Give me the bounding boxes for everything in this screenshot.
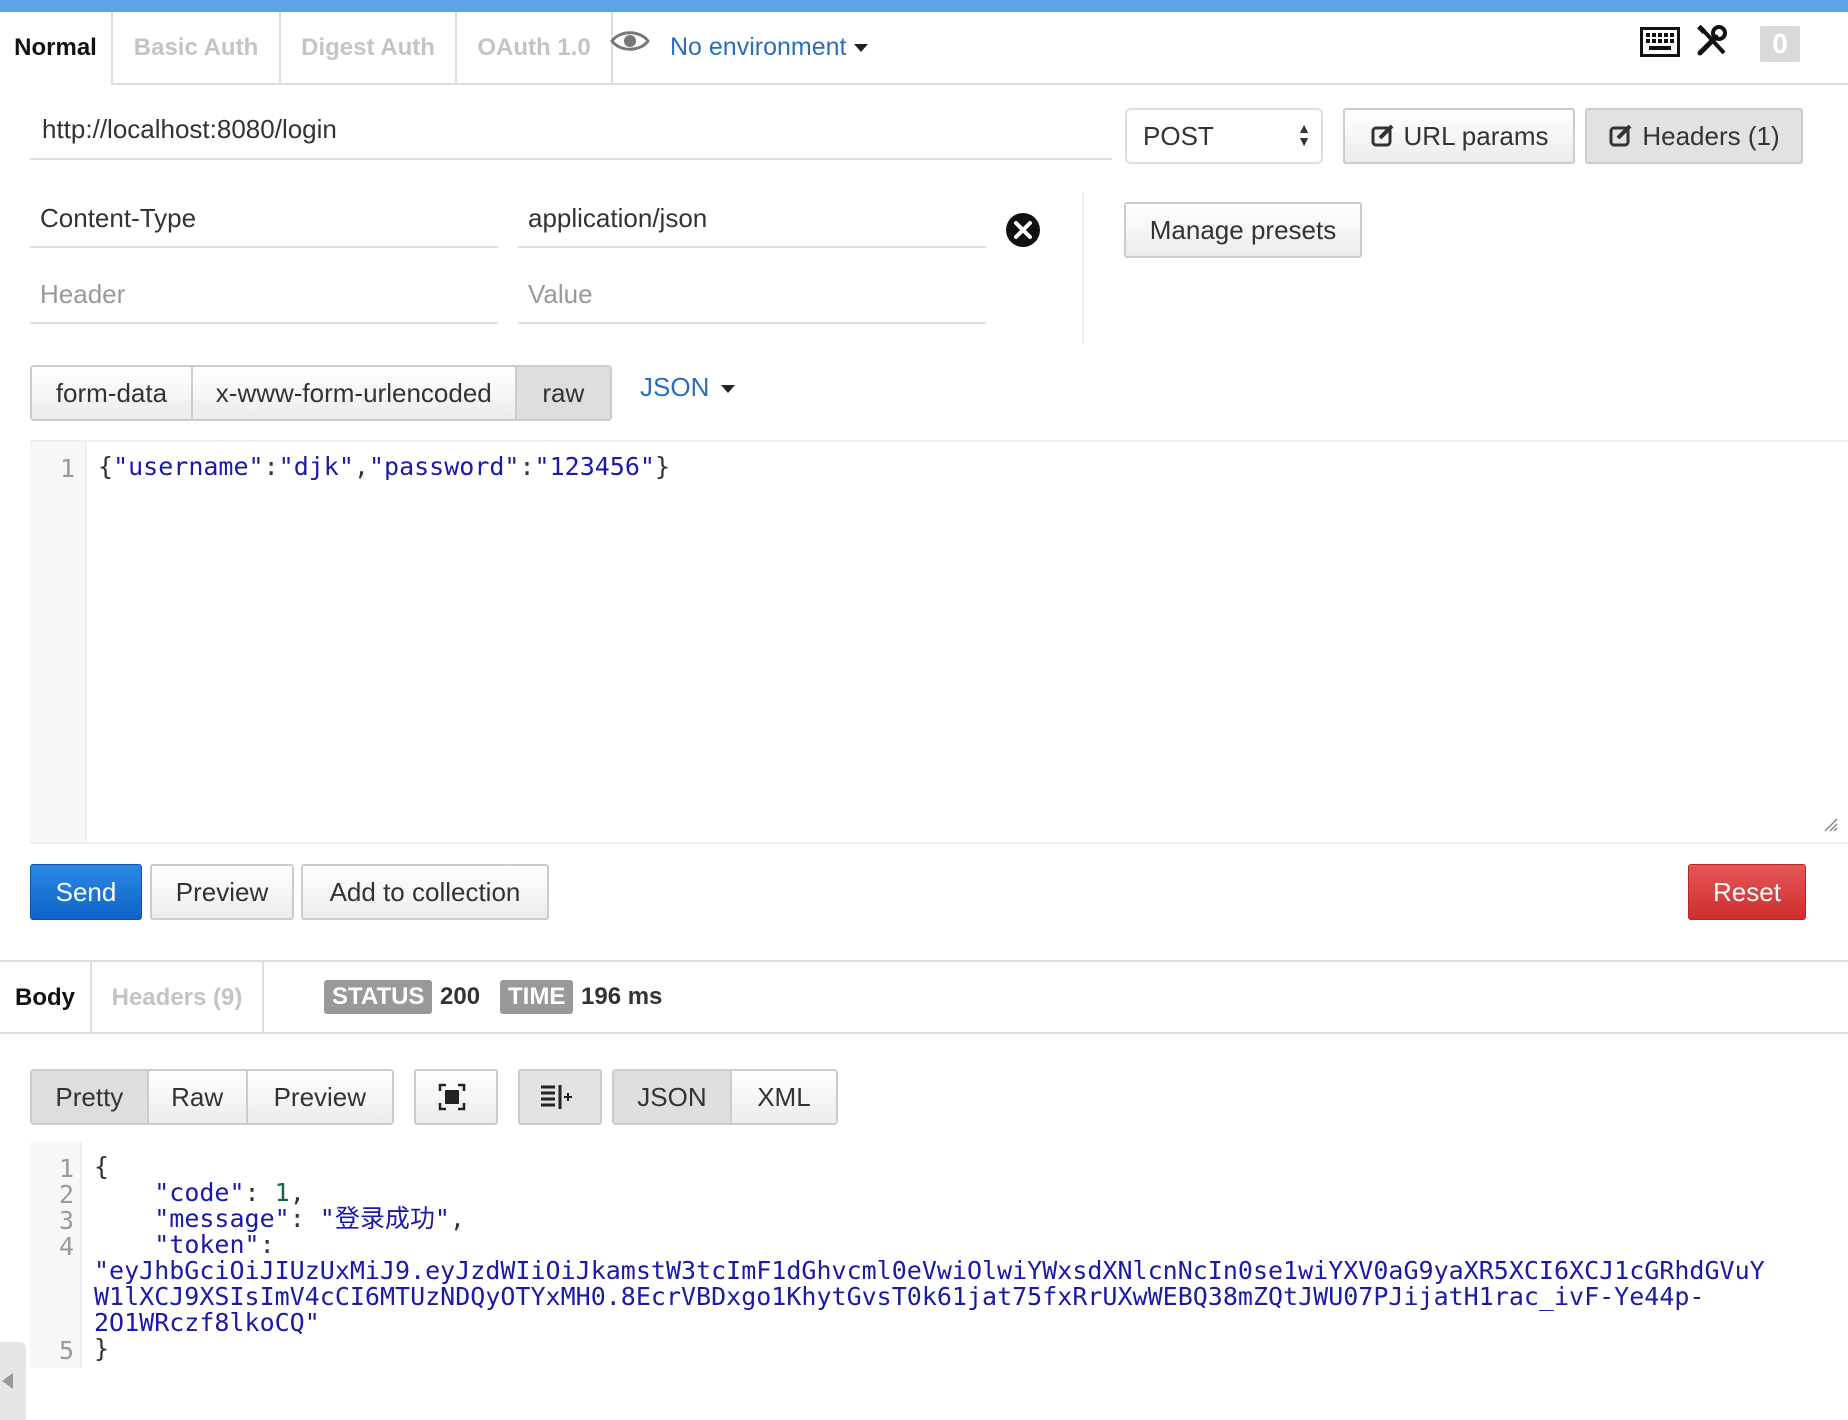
new-header-key-input[interactable] [30, 266, 498, 324]
line-number: 1 [59, 454, 75, 483]
body-type-selector: form-data x-www-form-urlencoded raw [30, 365, 612, 421]
url-input[interactable] [30, 100, 1112, 160]
request-body-editor[interactable]: 1 {"username":"djk","password":"123456"} [30, 440, 1848, 844]
line-number: 5 [58, 1336, 74, 1365]
edit-icon [1371, 124, 1393, 147]
divider [1082, 192, 1084, 344]
body-format-dropdown[interactable]: JSON [640, 372, 736, 403]
method-select[interactable]: POST ▲ ▼ [1125, 108, 1323, 164]
tab-oauth[interactable]: OAuth 1.0 [457, 12, 613, 83]
fullscreen-icon [438, 1083, 466, 1111]
wrap-lines-button[interactable] [518, 1069, 602, 1125]
body-type-form-data[interactable]: form-data [32, 367, 193, 419]
line-number: 3 [58, 1206, 74, 1235]
method-label: POST [1143, 121, 1214, 151]
line-number: 2 [58, 1180, 74, 1209]
add-to-collection-button[interactable]: Add to collection [301, 864, 549, 920]
resize-handle-icon[interactable] [1824, 818, 1838, 832]
line-number: 1 [58, 1154, 74, 1183]
chevron-down-icon [721, 385, 736, 394]
preview-button[interactable]: Preview [150, 864, 294, 920]
status-value: 200 [440, 983, 481, 1010]
url-params-label: URL params [1403, 120, 1549, 151]
environment-label: No environment [670, 33, 847, 61]
eye-icon[interactable] [610, 28, 650, 54]
tab-response-body[interactable]: Body [0, 962, 92, 1034]
keyboard-icon[interactable] [1640, 27, 1680, 57]
format-xml[interactable]: XML [731, 1071, 836, 1123]
response-body-code: { "code": 1, "message": "登录成功", "token":… [94, 1152, 1765, 1363]
chevron-down-icon [854, 44, 869, 53]
time-value: 196 ms [581, 983, 663, 1010]
response-tabs: Body Headers (9) [0, 960, 1848, 1034]
fullscreen-button[interactable] [414, 1069, 498, 1125]
body-format-label: JSON [640, 372, 710, 402]
send-button[interactable]: Send [30, 864, 142, 920]
body-type-urlencoded[interactable]: x-www-form-urlencoded [192, 367, 517, 419]
reset-button[interactable]: Reset [1688, 864, 1806, 920]
select-arrows-icon: ▲ ▼ [1297, 120, 1311, 149]
editor-gutter [30, 442, 87, 842]
settings-wrench-icon[interactable] [1696, 25, 1728, 57]
auth-tabs: Normal Basic Auth Digest Auth OAuth 1.0 [0, 12, 1848, 85]
response-format-selector: JSON XML [612, 1069, 838, 1125]
notification-counter[interactable]: 0 [1760, 26, 1800, 62]
environment-dropdown[interactable]: No environment [670, 12, 869, 83]
headers-label: Headers (1) [1642, 120, 1780, 151]
header-key-input[interactable] [30, 190, 498, 248]
view-raw[interactable]: Raw [148, 1071, 248, 1123]
view-preview[interactable]: Preview [247, 1071, 392, 1123]
view-pretty[interactable]: Pretty [32, 1071, 149, 1123]
line-number: 4 [58, 1232, 74, 1261]
response-view-selector: Pretty Raw Preview [30, 1069, 394, 1125]
tab-normal[interactable]: Normal [0, 12, 113, 85]
time-badge: TIME [500, 980, 574, 1014]
tab-basic-auth[interactable]: Basic Auth [113, 12, 281, 83]
status-badge: STATUS [324, 980, 433, 1014]
request-body-code: {"username":"djk","password":"123456"} [98, 452, 671, 481]
header-value-input[interactable] [518, 190, 986, 248]
new-header-value-input[interactable] [518, 266, 986, 324]
manage-presets-button[interactable]: Manage presets [1124, 202, 1362, 258]
top-accent-bar [0, 0, 1848, 12]
response-body-viewer[interactable]: 1 2 3 4 5 { "code": 1, "message": "登录成功"… [30, 1142, 1848, 1370]
tab-digest-auth[interactable]: Digest Auth [281, 12, 457, 83]
edit-icon [1609, 124, 1632, 147]
headers-button[interactable]: Headers (1) [1585, 108, 1803, 164]
body-type-raw[interactable]: raw [516, 367, 610, 419]
remove-header-icon[interactable] [1005, 212, 1041, 248]
url-params-button[interactable]: URL params [1343, 108, 1575, 164]
wrap-lines-icon [541, 1085, 572, 1109]
tab-response-headers[interactable]: Headers (9) [92, 962, 264, 1034]
format-json[interactable]: JSON [614, 1071, 732, 1123]
collapse-sidebar-arrow-icon[interactable] [0, 1342, 26, 1420]
